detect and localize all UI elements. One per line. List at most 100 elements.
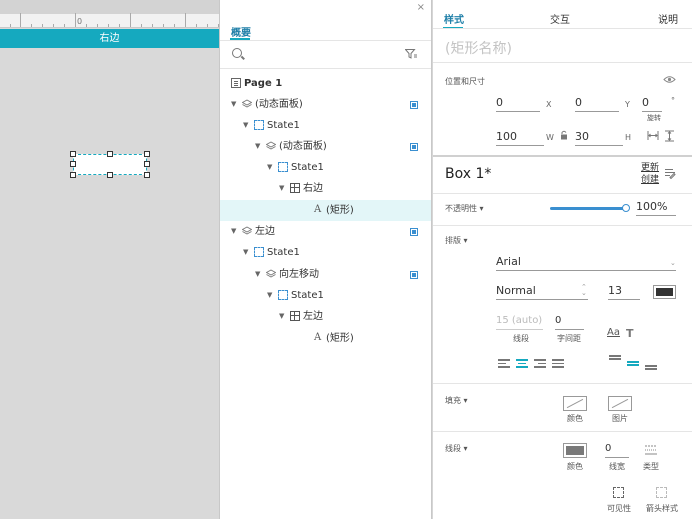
canvas-bar-widget[interactable]: 右边: [0, 29, 219, 48]
divider: [220, 40, 431, 41]
outline-tree-item[interactable]: ▼ (动态面板): [220, 94, 431, 115]
height-field[interactable]: 30: [575, 129, 623, 146]
border-color-swatch: [566, 446, 584, 455]
tab-notes[interactable]: 说明: [658, 11, 678, 26]
divider: [433, 155, 692, 157]
fit-height-icon[interactable]: [664, 130, 675, 142]
visibility-toggle-icon[interactable]: [410, 101, 418, 109]
valign-bottom-icon[interactable]: [645, 362, 657, 371]
expand-arrow-icon[interactable]: ▼: [231, 94, 236, 115]
stepper-icon[interactable]: ⌃ ⌄: [581, 284, 587, 297]
align-center-icon[interactable]: [516, 359, 528, 368]
eye-icon[interactable]: [663, 75, 676, 84]
resize-handle[interactable]: [70, 151, 76, 157]
tab-style[interactable]: 样式: [444, 11, 464, 26]
visibility-toggle-icon[interactable]: [410, 271, 418, 279]
outline-tree-item[interactable]: ▼ 左边: [220, 306, 431, 327]
font-weight-select[interactable]: Normal: [496, 283, 588, 300]
outline-item-label: Page 1: [244, 78, 283, 89]
style-name[interactable]: Box 1*: [445, 166, 491, 182]
font-color-picker[interactable]: [653, 285, 676, 299]
line-spacing-field[interactable]: 15 (auto): [496, 313, 543, 330]
opacity-slider-handle[interactable]: [622, 204, 630, 212]
expand-arrow-icon[interactable]: ▼: [255, 136, 260, 157]
outline-tree-item[interactable]: A (矩形): [220, 328, 431, 349]
outline-tree-item[interactable]: ▼ 向左移动: [220, 264, 431, 285]
lock-icon[interactable]: [560, 130, 568, 140]
text-shadow-icon[interactable]: T: [626, 327, 634, 340]
fill-image-button[interactable]: [608, 396, 632, 411]
expand-arrow-icon[interactable]: ▼: [279, 178, 284, 199]
style-list-icon[interactable]: [664, 168, 676, 179]
expand-arrow-icon[interactable]: ▼: [231, 221, 236, 242]
outline-tree-item[interactable]: ▼ State1: [220, 157, 431, 178]
tab-outline[interactable]: 概要: [231, 24, 251, 39]
resize-handle[interactable]: [107, 151, 113, 157]
outline-tree-item[interactable]: Page 1: [220, 73, 431, 94]
ruler-tick: [86, 24, 87, 27]
resize-handle[interactable]: [70, 172, 76, 178]
fit-width-icon[interactable]: [647, 130, 659, 141]
resize-handle[interactable]: [107, 172, 113, 178]
outline-item-label: 左边: [303, 311, 323, 322]
expand-arrow-icon[interactable]: ▼: [243, 242, 248, 263]
resize-handle[interactable]: [144, 151, 150, 157]
opacity-field[interactable]: 100%: [636, 199, 676, 216]
ruler-tick: [108, 24, 109, 27]
rotation-field[interactable]: 0: [642, 95, 662, 112]
update-create-links[interactable]: 更新 创建: [641, 162, 659, 186]
resize-handle[interactable]: [70, 161, 76, 167]
visibility-toggle-icon[interactable]: [410, 143, 418, 151]
char-spacing-field[interactable]: 0: [555, 313, 584, 330]
font-size-field[interactable]: 13: [608, 283, 640, 300]
outline-tree-item[interactable]: A (矩形): [220, 200, 431, 221]
visibility-toggle-icon[interactable]: [410, 228, 418, 236]
outline-tree-item[interactable]: ▼ State1: [220, 115, 431, 136]
create-link[interactable]: 创建: [641, 174, 659, 186]
horizontal-ruler: [0, 13, 219, 28]
outline-tree-item[interactable]: ▼ (动态面板): [220, 136, 431, 157]
expand-arrow-icon[interactable]: ▼: [267, 157, 272, 178]
border-visibility-label: 可见性: [607, 504, 631, 513]
shape-name-input[interactable]: (矩形名称): [445, 38, 512, 58]
expand-arrow-icon[interactable]: ▼: [267, 285, 272, 306]
expand-arrow-icon[interactable]: ▼: [255, 264, 260, 285]
x-field[interactable]: 0: [496, 95, 540, 112]
valign-middle-icon[interactable]: [627, 359, 639, 368]
border-visibility-icon[interactable]: [613, 487, 624, 498]
arrow-style-icon[interactable]: [656, 487, 667, 498]
state-icon: [254, 120, 264, 130]
close-icon[interactable]: ×: [417, 2, 425, 13]
search-icon[interactable]: [232, 48, 242, 58]
border-type-icon[interactable]: [644, 444, 658, 456]
align-justify-icon[interactable]: [552, 359, 564, 368]
valign-top-icon[interactable]: [609, 355, 621, 364]
align-right-icon[interactable]: [534, 359, 546, 368]
tab-interaction[interactable]: 交互: [550, 11, 570, 26]
divider: [433, 62, 692, 63]
ruler-tick: [64, 24, 65, 27]
outline-tree-item[interactable]: ▼ State1: [220, 285, 431, 306]
outline-tree-item[interactable]: ▼ 右边: [220, 178, 431, 199]
y-field[interactable]: 0: [575, 95, 619, 112]
text-case-icon[interactable]: Aa: [607, 327, 620, 338]
resize-handle[interactable]: [144, 172, 150, 178]
x-unit: X: [546, 100, 552, 109]
expand-arrow-icon[interactable]: ▼: [243, 115, 248, 136]
border-width-field[interactable]: 0: [605, 441, 629, 458]
opacity-slider-track[interactable]: [550, 207, 628, 210]
outline-tree-item[interactable]: ▼ 左边: [220, 221, 431, 242]
update-link[interactable]: 更新: [641, 162, 659, 174]
outline-tree-item[interactable]: ▼ State1: [220, 242, 431, 263]
fill-color-button[interactable]: [563, 396, 587, 411]
design-canvas[interactable]: 0 右边: [0, 0, 219, 519]
resize-handle[interactable]: [144, 161, 150, 167]
state-icon: [278, 162, 288, 172]
width-field[interactable]: 100: [496, 129, 544, 146]
expand-arrow-icon[interactable]: ▼: [279, 306, 284, 327]
font-family-select[interactable]: Arial: [496, 254, 676, 271]
border-color-button[interactable]: [563, 443, 587, 458]
filter-icon[interactable]: [405, 49, 417, 59]
align-left-icon[interactable]: [498, 359, 510, 368]
canvas-top-strip: [0, 0, 219, 14]
